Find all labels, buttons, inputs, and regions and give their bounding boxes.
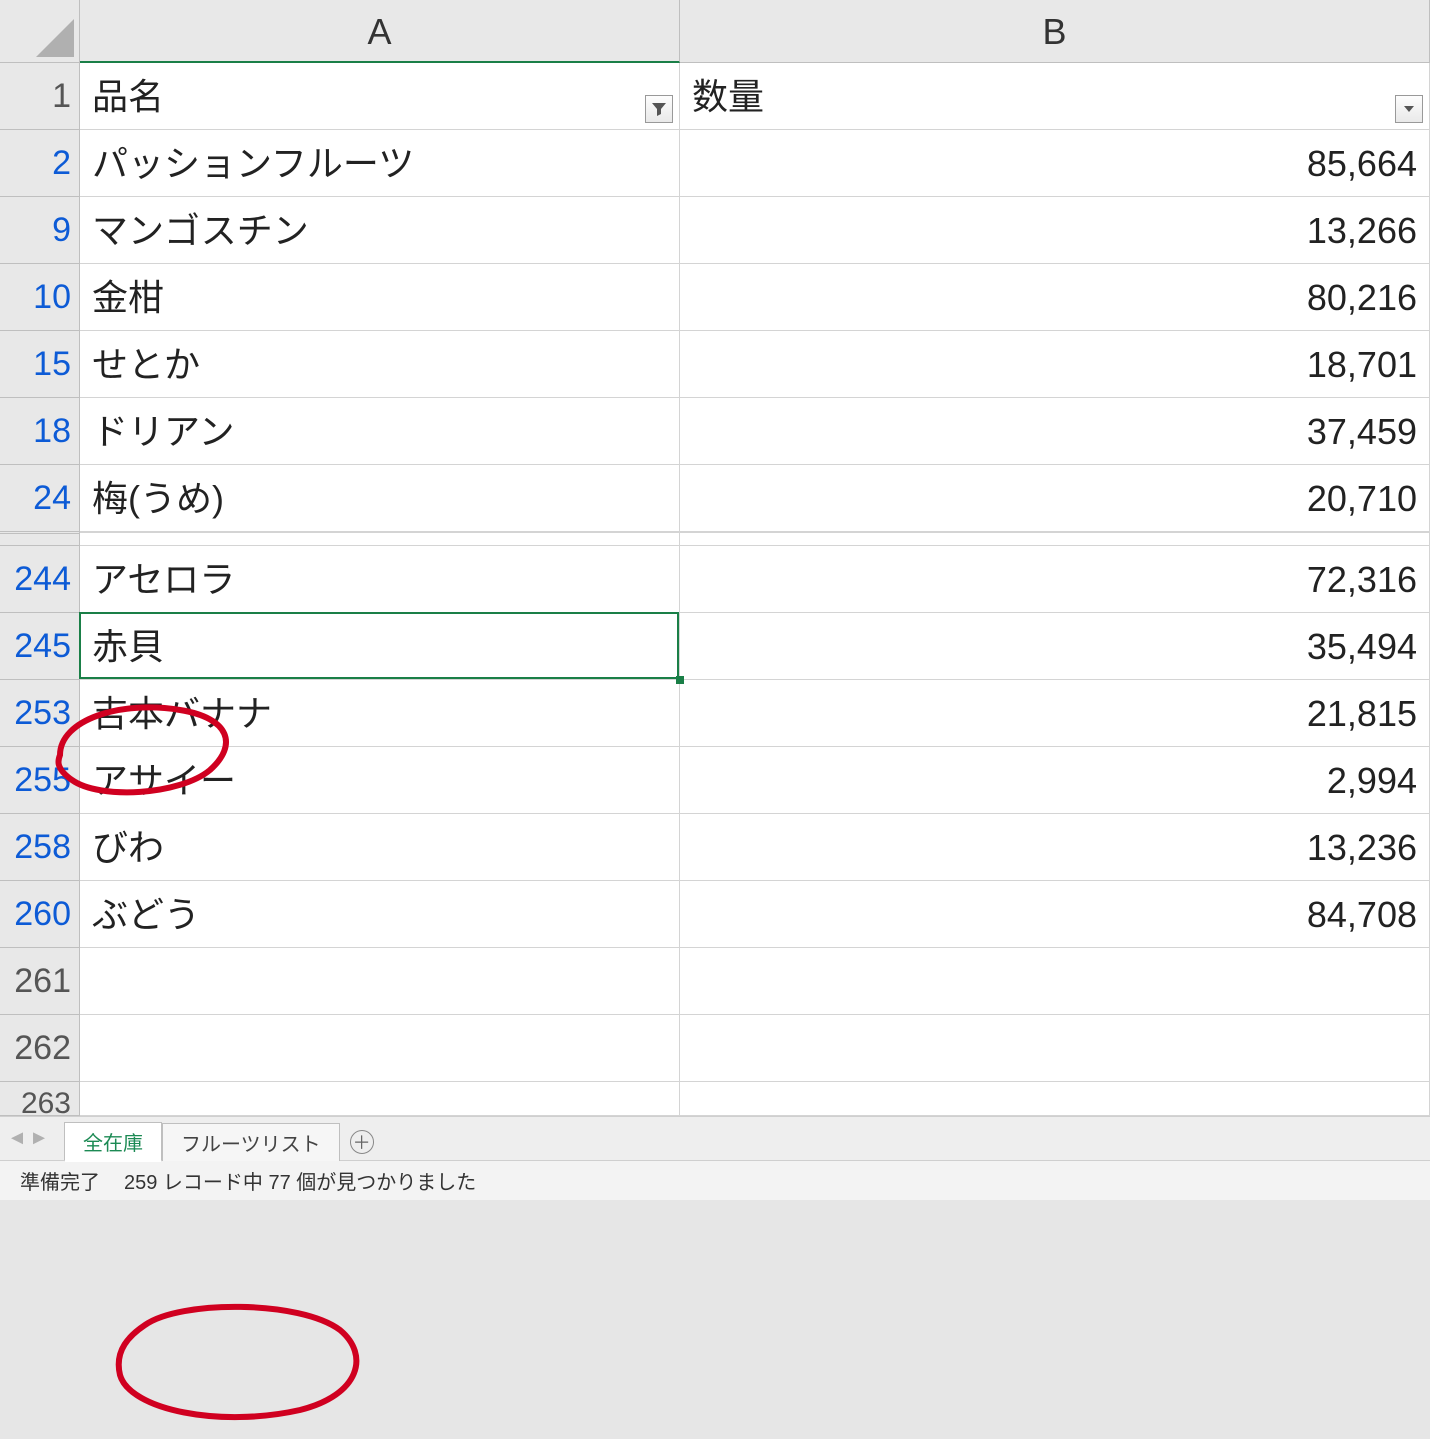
status-ready: 準備完了 — [20, 1166, 100, 1195]
cell-A258[interactable]: びわ — [80, 814, 680, 881]
sheet-tab-strip: ◄ ► 全在庫 フルーツリスト ＋ — [0, 1116, 1430, 1160]
cell-B253[interactable]: 21,815 — [680, 680, 1430, 747]
cell-B-partial[interactable] — [680, 1082, 1430, 1116]
fill-handle[interactable] — [676, 676, 684, 684]
status-bar: 準備完了 259 レコード中 77 個が見つかりました — [0, 1160, 1430, 1200]
row-header-261[interactable]: 261 — [0, 948, 80, 1015]
chevron-down-icon — [1401, 101, 1417, 117]
cell-B18[interactable]: 37,459 — [680, 398, 1430, 465]
add-sheet-button[interactable]: ＋ — [340, 1126, 384, 1158]
row-header-24[interactable]: 24 — [0, 465, 80, 532]
hidden-rows-gap — [0, 532, 1430, 546]
cell-B2[interactable]: 85,664 — [680, 130, 1430, 197]
cell-B1-text: 数量 — [692, 76, 764, 117]
cell-B15[interactable]: 18,701 — [680, 331, 1430, 398]
cell-A1[interactable]: 品名 — [80, 63, 680, 130]
row-header-1[interactable]: 1 — [0, 63, 80, 130]
column-header-A[interactable]: A — [80, 0, 680, 63]
cell-B261[interactable] — [680, 948, 1430, 1015]
filter-button-B[interactable] — [1395, 95, 1423, 123]
cell-B244[interactable]: 72,316 — [680, 546, 1430, 613]
cell-B10[interactable]: 80,216 — [680, 264, 1430, 331]
cell-A261[interactable] — [80, 948, 680, 1015]
row-header-partial[interactable]: 263 — [0, 1082, 80, 1116]
cell-B1[interactable]: 数量 — [680, 63, 1430, 130]
filter-button-A[interactable] — [645, 95, 673, 123]
row-header-244[interactable]: 244 — [0, 546, 80, 613]
cell-B9[interactable]: 13,266 — [680, 197, 1430, 264]
row-header-10[interactable]: 10 — [0, 264, 80, 331]
cell-B262[interactable] — [680, 1015, 1430, 1082]
cell-A15[interactable]: せとか — [80, 331, 680, 398]
cell-A255[interactable]: アサイー — [80, 747, 680, 814]
row-header-258[interactable]: 258 — [0, 814, 80, 881]
cell-A24[interactable]: 梅(うめ) — [80, 465, 680, 532]
cell-B258[interactable]: 13,236 — [680, 814, 1430, 881]
cell-B255[interactable]: 2,994 — [680, 747, 1430, 814]
row-header-2[interactable]: 2 — [0, 130, 80, 197]
row-header-255[interactable]: 255 — [0, 747, 80, 814]
status-filter-count: 259 レコード中 77 個が見つかりました — [124, 1166, 476, 1195]
row-header-9[interactable]: 9 — [0, 197, 80, 264]
row-header-245[interactable]: 245 — [0, 613, 80, 680]
cell-A10[interactable]: 金柑 — [80, 264, 680, 331]
filter-active-icon — [651, 101, 667, 117]
cell-B260[interactable]: 84,708 — [680, 881, 1430, 948]
sheet-tab-active[interactable]: 全在庫 — [64, 1122, 162, 1162]
select-all-corner[interactable] — [0, 0, 80, 63]
cell-A1-text: 品名 — [92, 76, 164, 117]
cell-A262[interactable] — [80, 1015, 680, 1082]
cell-B245[interactable]: 35,494 — [680, 613, 1430, 680]
spreadsheet-grid[interactable]: A B 1 品名 数量 2パッションフルーツ85,664 9マンゴスチン13,26… — [0, 0, 1430, 1116]
row-header-260[interactable]: 260 — [0, 881, 80, 948]
cell-A253[interactable]: 吉本バナナ — [80, 680, 680, 747]
cell-A9[interactable]: マンゴスチン — [80, 197, 680, 264]
tab-nav-prev[interactable]: ◄ — [6, 1124, 28, 1154]
row-header-15[interactable]: 15 — [0, 331, 80, 398]
cell-A245[interactable]: 赤貝 — [80, 613, 680, 680]
annotation-circle-tab — [119, 1307, 357, 1417]
cell-A260[interactable]: ぶどう — [80, 881, 680, 948]
row-header-262[interactable]: 262 — [0, 1015, 80, 1082]
column-header-B[interactable]: B — [680, 0, 1430, 63]
plus-icon: ＋ — [350, 1130, 374, 1154]
sheet-tab-second[interactable]: フルーツリスト — [162, 1123, 340, 1161]
tab-nav-next[interactable]: ► — [28, 1124, 50, 1154]
cell-B24[interactable]: 20,710 — [680, 465, 1430, 532]
row-header-18[interactable]: 18 — [0, 398, 80, 465]
cell-A-partial[interactable] — [80, 1082, 680, 1116]
cell-A2[interactable]: パッションフルーツ — [80, 130, 680, 197]
cell-A244[interactable]: アセロラ — [80, 546, 680, 613]
cell-A18[interactable]: ドリアン — [80, 398, 680, 465]
row-header-253[interactable]: 253 — [0, 680, 80, 747]
